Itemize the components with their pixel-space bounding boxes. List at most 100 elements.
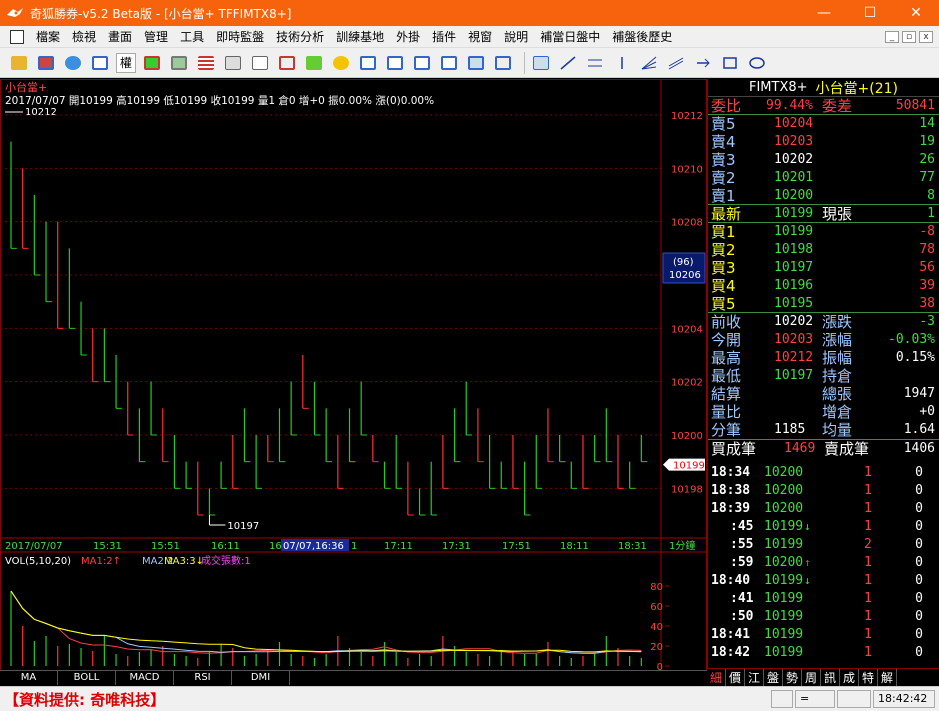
menu-file[interactable]: 檔案 <box>30 28 66 45</box>
chart-gray-button[interactable] <box>168 52 190 74</box>
draw-fan-button[interactable] <box>638 52 660 74</box>
panel-button[interactable] <box>89 52 111 74</box>
window-chart-button[interactable] <box>465 52 487 74</box>
menu-manage[interactable]: 管理 <box>138 28 174 45</box>
draw-line-button[interactable] <box>557 52 579 74</box>
price-axis-label: 10208 <box>671 218 703 229</box>
draw-hline-button[interactable] <box>584 52 606 74</box>
settings-chart-button[interactable] <box>492 52 514 74</box>
menu-plugins[interactable]: 插件 <box>426 28 462 45</box>
tab-macd[interactable]: MACD <box>116 671 174 685</box>
mdi-minimize-button[interactable]: _ <box>885 30 899 43</box>
chart-color-button[interactable] <box>141 52 163 74</box>
close-chart-button[interactable] <box>276 52 298 74</box>
tick-row[interactable]: :59 10200 ↑ 1 0 <box>708 554 939 572</box>
tab-rsi[interactable]: RSI <box>174 671 232 685</box>
right-tab[interactable]: 盤 <box>764 669 783 687</box>
money-button[interactable] <box>303 52 325 74</box>
mdi-restore-button[interactable]: ▫ <box>902 30 916 43</box>
draw-arrow-button[interactable] <box>692 52 714 74</box>
draw-vline-button[interactable] <box>611 52 633 74</box>
tick-row[interactable]: 18:42 10199 1 0 <box>708 644 939 662</box>
right-tab[interactable]: 成 <box>840 669 859 687</box>
right-tab[interactable]: 解 <box>878 669 897 687</box>
tick-oi: 0 <box>915 591 923 606</box>
bid-row-1-label: 買1 <box>711 223 736 241</box>
mdi-window-icon[interactable] <box>10 29 24 44</box>
menu-help[interactable]: 說明 <box>498 28 534 45</box>
vol-legend-ma1: MA1:2↑ <box>81 556 121 567</box>
menu-window[interactable]: 視窗 <box>462 28 498 45</box>
grid-button[interactable] <box>357 52 379 74</box>
tick-row[interactable]: 18:39 10200 1 0 <box>708 500 939 518</box>
menu-monitor[interactable]: 即時監盤 <box>210 28 270 45</box>
chart-info-line: 2017/07/07 開10199 高10199 低10199 收10199 量… <box>5 94 434 107</box>
diff-value: 50841 <box>895 98 935 113</box>
price-chart[interactable]: 小台當+2017/07/07 開10199 高10199 低10199 收101… <box>1 80 706 670</box>
list-button[interactable] <box>195 52 217 74</box>
tick-row[interactable]: 18:40 10199 ↓ 1 0 <box>708 572 939 590</box>
right-tab[interactable]: 江 <box>745 669 764 687</box>
tick-row[interactable]: :45 10199 ↓ 1 0 <box>708 518 939 536</box>
copy-button[interactable] <box>222 52 244 74</box>
time-axis-label: 17:31 <box>442 541 471 552</box>
deal-count-row: 買成筆 1469 賣成筆 1406 <box>708 439 939 458</box>
chart-symbol: 小台當+ <box>5 80 47 94</box>
menu-screen[interactable]: 畫面 <box>102 28 138 45</box>
draw-channel-button[interactable] <box>665 52 687 74</box>
draw-ellipse-button[interactable] <box>746 52 768 74</box>
table-button[interactable] <box>384 52 406 74</box>
bid-row-4: 買4 10196 39 <box>708 277 939 295</box>
time-axis-label: 18:31 <box>618 541 647 552</box>
tick-row[interactable]: 18:34 10200 1 0 <box>708 464 939 482</box>
tick-row[interactable]: :41 10199 1 0 <box>708 590 939 608</box>
menu-fill-history[interactable]: 補盤後歷史 <box>606 28 678 45</box>
warning-button[interactable] <box>330 52 352 74</box>
line-chart-button[interactable] <box>411 52 433 74</box>
right-tab[interactable]: 勢 <box>783 669 802 687</box>
right-tab[interactable]: 訊 <box>821 669 840 687</box>
tick-oi: 0 <box>915 609 923 624</box>
right-tab[interactable]: 特 <box>859 669 878 687</box>
bid-row-4-label: 買4 <box>711 277 736 295</box>
menu-view[interactable]: 檢視 <box>66 28 102 45</box>
draw-pen-button[interactable] <box>530 52 552 74</box>
monitor-button[interactable] <box>249 52 271 74</box>
minimize-button[interactable]: — <box>801 0 847 26</box>
last-row: 最新 10199 現張 1 <box>708 205 939 223</box>
tick-list[interactable]: 18:34 10200 1 0 18:38 10200 1 0 18:39 10200 1 0:45 1… <box>707 464 939 668</box>
close-button[interactable]: ✕ <box>893 0 939 26</box>
right-tab[interactable]: 細 <box>707 669 726 687</box>
menu-technical[interactable]: 技術分析 <box>270 28 330 45</box>
tick-row[interactable]: :55 10199 2 0 <box>708 536 939 554</box>
trend-chart-button[interactable] <box>438 52 460 74</box>
tick-volume: 2 <box>864 537 872 552</box>
open-folder-button[interactable] <box>8 52 30 74</box>
tab-boll[interactable]: BOLL <box>58 671 116 685</box>
menu-fill-intraday[interactable]: 補當日盤中 <box>534 28 606 45</box>
menu-plugin-ext[interactable]: 外掛 <box>390 28 426 45</box>
menu-tools[interactable]: 工具 <box>174 28 210 45</box>
chart-area[interactable]: 小台當+ 2017/07/07 開10199 高10199 低10199 收101… <box>0 79 707 684</box>
table-icon <box>387 55 404 70</box>
tab-dmi[interactable]: DMI <box>232 671 290 685</box>
tick-row[interactable]: :50 10199 1 0 <box>708 608 939 626</box>
mdi-close-button[interactable]: x <box>919 30 933 43</box>
layout-button[interactable] <box>35 52 57 74</box>
tab-ma[interactable]: MA <box>0 671 58 685</box>
move-button[interactable] <box>62 52 84 74</box>
tick-row[interactable]: 18:41 10199 1 0 <box>708 626 939 644</box>
maximize-button[interactable]: ☐ <box>847 0 893 26</box>
trend-chart-icon <box>441 55 458 70</box>
indicator-tabs: MA BOLL MACD RSI DMI <box>0 670 707 685</box>
rights-dropdown[interactable]: 權 <box>116 52 137 73</box>
right-tab[interactable]: 價 <box>726 669 745 687</box>
tick-row[interactable]: 18:38 10200 1 0 <box>708 482 939 500</box>
line-chart-icon <box>414 55 431 70</box>
ratio-row: 委比 99.44% 委差 50841 <box>708 97 939 115</box>
menu-training[interactable]: 訓練基地 <box>330 28 390 45</box>
chart-close-icon <box>279 55 296 70</box>
draw-rect-button[interactable] <box>719 52 741 74</box>
right-tab[interactable]: 周 <box>802 669 821 687</box>
tick-price: 10199 <box>764 537 804 552</box>
